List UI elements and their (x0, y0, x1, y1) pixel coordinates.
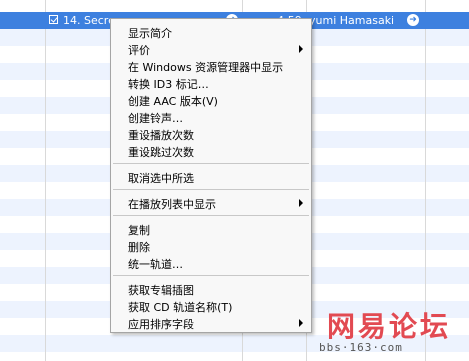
menu-separator (113, 189, 309, 190)
menu-item-label: 统一轨道… (128, 258, 183, 271)
menu-item-label: 显示简介 (128, 27, 172, 40)
menu-item-label: 获取 CD 轨道名称(T) (128, 301, 233, 314)
menu-item-convert-id3[interactable]: 转换 ID3 标记… (111, 74, 311, 92)
menu-item-show-info[interactable]: 显示简介 (111, 23, 311, 41)
submenu-arrow-icon (299, 319, 303, 327)
menu-item-apply-sort-field[interactable]: 应用排序字段 (111, 314, 311, 332)
menu-item-label: 创建铃声… (128, 112, 183, 125)
menu-item-reset-plays[interactable]: 重设播放次数 (111, 125, 311, 143)
watermark-url: bbs·163·com (319, 341, 403, 354)
menu-item-label: 转换 ID3 标记… (128, 78, 209, 91)
menu-item-label: 复制 (128, 224, 150, 237)
menu-separator (113, 275, 309, 276)
menu-item-label: 获取专辑插图 (128, 284, 194, 297)
menu-item-create-ringtone[interactable]: 创建铃声… (111, 108, 311, 126)
track-title: 14. Secre (63, 14, 115, 27)
menu-item-copy[interactable]: 复制 (111, 220, 311, 238)
menu-item-label: 在播放列表中显示 (128, 198, 216, 211)
menu-item-label: 应用排序字段 (128, 318, 194, 331)
context-menu: 显示简介 评价 在 Windows 资源管理器中显示 转换 ID3 标记… 创建… (110, 18, 312, 333)
menu-item-label: 在 Windows 资源管理器中显示 (128, 61, 284, 74)
submenu-arrow-icon (299, 45, 303, 53)
menu-item-get-artwork[interactable]: 获取专辑插图 (111, 280, 311, 298)
menu-item-show-in-explorer[interactable]: 在 Windows 资源管理器中显示 (111, 57, 311, 75)
checkbox-icon[interactable] (49, 15, 58, 24)
menu-item-label: 重设播放次数 (128, 129, 194, 142)
menu-item-label: 取消选中所选 (128, 172, 194, 185)
menu-item-reset-skips[interactable]: 重设跳过次数 (111, 142, 311, 160)
submenu-arrow-icon (299, 199, 303, 207)
track-artist: yumi Hamasaki (309, 14, 395, 27)
watermark-logo: 网易论坛 (327, 310, 452, 343)
menu-separator (113, 163, 309, 164)
menu-item-create-aac[interactable]: 创建 AAC 版本(V) (111, 91, 311, 109)
menu-item-label: 评价 (128, 44, 150, 57)
menu-item-consolidate-tracks[interactable]: 统一轨道… (111, 254, 311, 272)
menu-item-show-in-playlist[interactable]: 在播放列表中显示 (111, 194, 311, 212)
watermark: 网易论坛 bbs·163·com (315, 305, 465, 357)
menu-item-label: 删除 (128, 241, 150, 254)
menu-separator (113, 215, 309, 216)
artist-arrow-link-icon[interactable]: ➜ (407, 14, 419, 26)
menu-item-delete[interactable]: 删除 (111, 237, 311, 255)
menu-item-label: 重设跳过次数 (128, 146, 194, 159)
column-divider (45, 0, 46, 361)
menu-item-uncheck-selection[interactable]: 取消选中所选 (111, 168, 311, 186)
menu-item-rating[interactable]: 评价 (111, 40, 311, 58)
menu-item-label: 创建 AAC 版本(V) (128, 95, 218, 108)
menu-item-get-cd-track-names[interactable]: 获取 CD 轨道名称(T) (111, 297, 311, 315)
